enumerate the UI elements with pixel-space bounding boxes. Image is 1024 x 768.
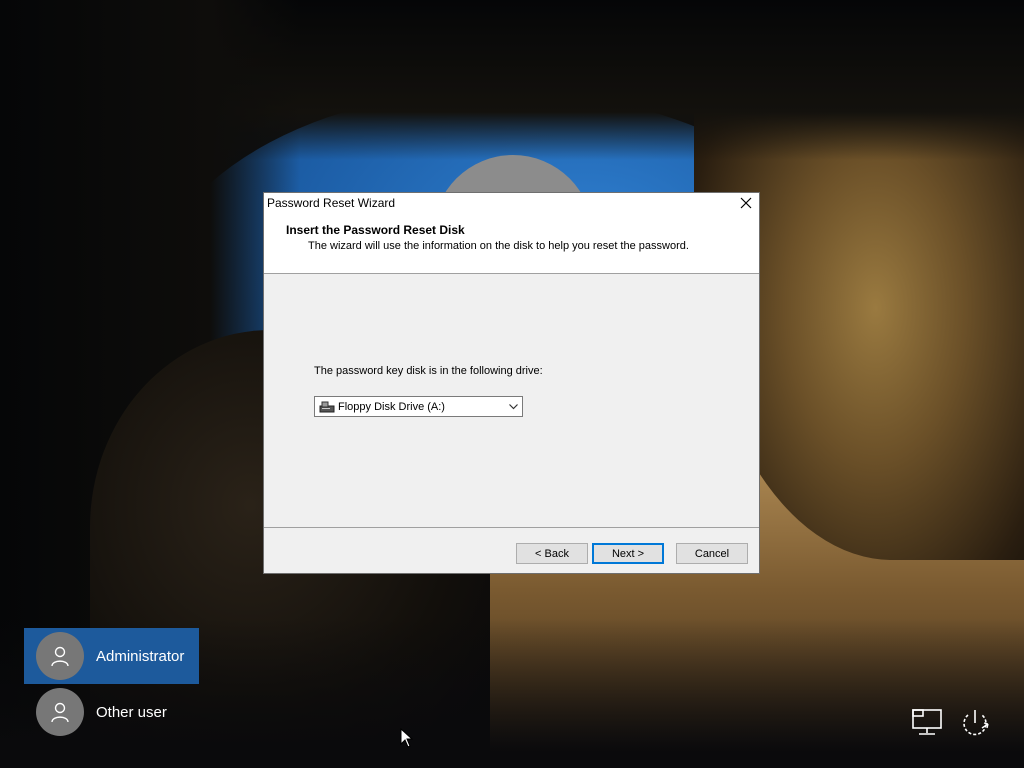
user-avatar bbox=[36, 688, 84, 736]
wizard-step-subtitle: The wizard will use the information on t… bbox=[308, 240, 689, 252]
network-icon bbox=[912, 709, 942, 735]
close-icon bbox=[740, 197, 752, 209]
drive-label: The password key disk is in the followin… bbox=[314, 365, 543, 377]
user-tile-other-user[interactable]: Other user bbox=[24, 684, 199, 740]
drive-select[interactable]: Floppy Disk Drive (A:) bbox=[314, 396, 523, 417]
close-button[interactable] bbox=[733, 193, 759, 213]
power-button[interactable] bbox=[958, 706, 992, 740]
dialog-titlebar[interactable]: Password Reset Wizard bbox=[264, 193, 759, 213]
footer-divider bbox=[264, 527, 759, 528]
user-name: Administrator bbox=[96, 647, 185, 665]
wizard-header: Insert the Password Reset Disk The wizar… bbox=[264, 213, 759, 273]
dialog-title: Password Reset Wizard bbox=[267, 196, 396, 210]
drive-select-value: Floppy Disk Drive (A:) bbox=[338, 400, 445, 413]
next-button[interactable]: Next > bbox=[592, 543, 664, 564]
password-reset-wizard-dialog: Password Reset Wizard Insert the Passwor… bbox=[263, 192, 760, 574]
wizard-step-title: Insert the Password Reset Disk bbox=[286, 223, 465, 237]
cancel-button[interactable]: Cancel bbox=[676, 543, 748, 564]
chevron-down-icon[interactable] bbox=[508, 401, 519, 412]
user-name: Other user bbox=[96, 703, 167, 721]
power-icon bbox=[963, 710, 989, 736]
network-button[interactable] bbox=[910, 706, 944, 740]
person-icon bbox=[51, 702, 69, 723]
floppy-drive-icon bbox=[319, 400, 335, 414]
header-divider bbox=[264, 273, 759, 274]
back-button[interactable]: < Back bbox=[516, 543, 588, 564]
user-tile-administrator[interactable]: Administrator bbox=[24, 628, 199, 684]
person-icon bbox=[51, 646, 69, 667]
mouse-cursor-icon bbox=[400, 728, 414, 748]
user-avatar bbox=[36, 632, 84, 680]
